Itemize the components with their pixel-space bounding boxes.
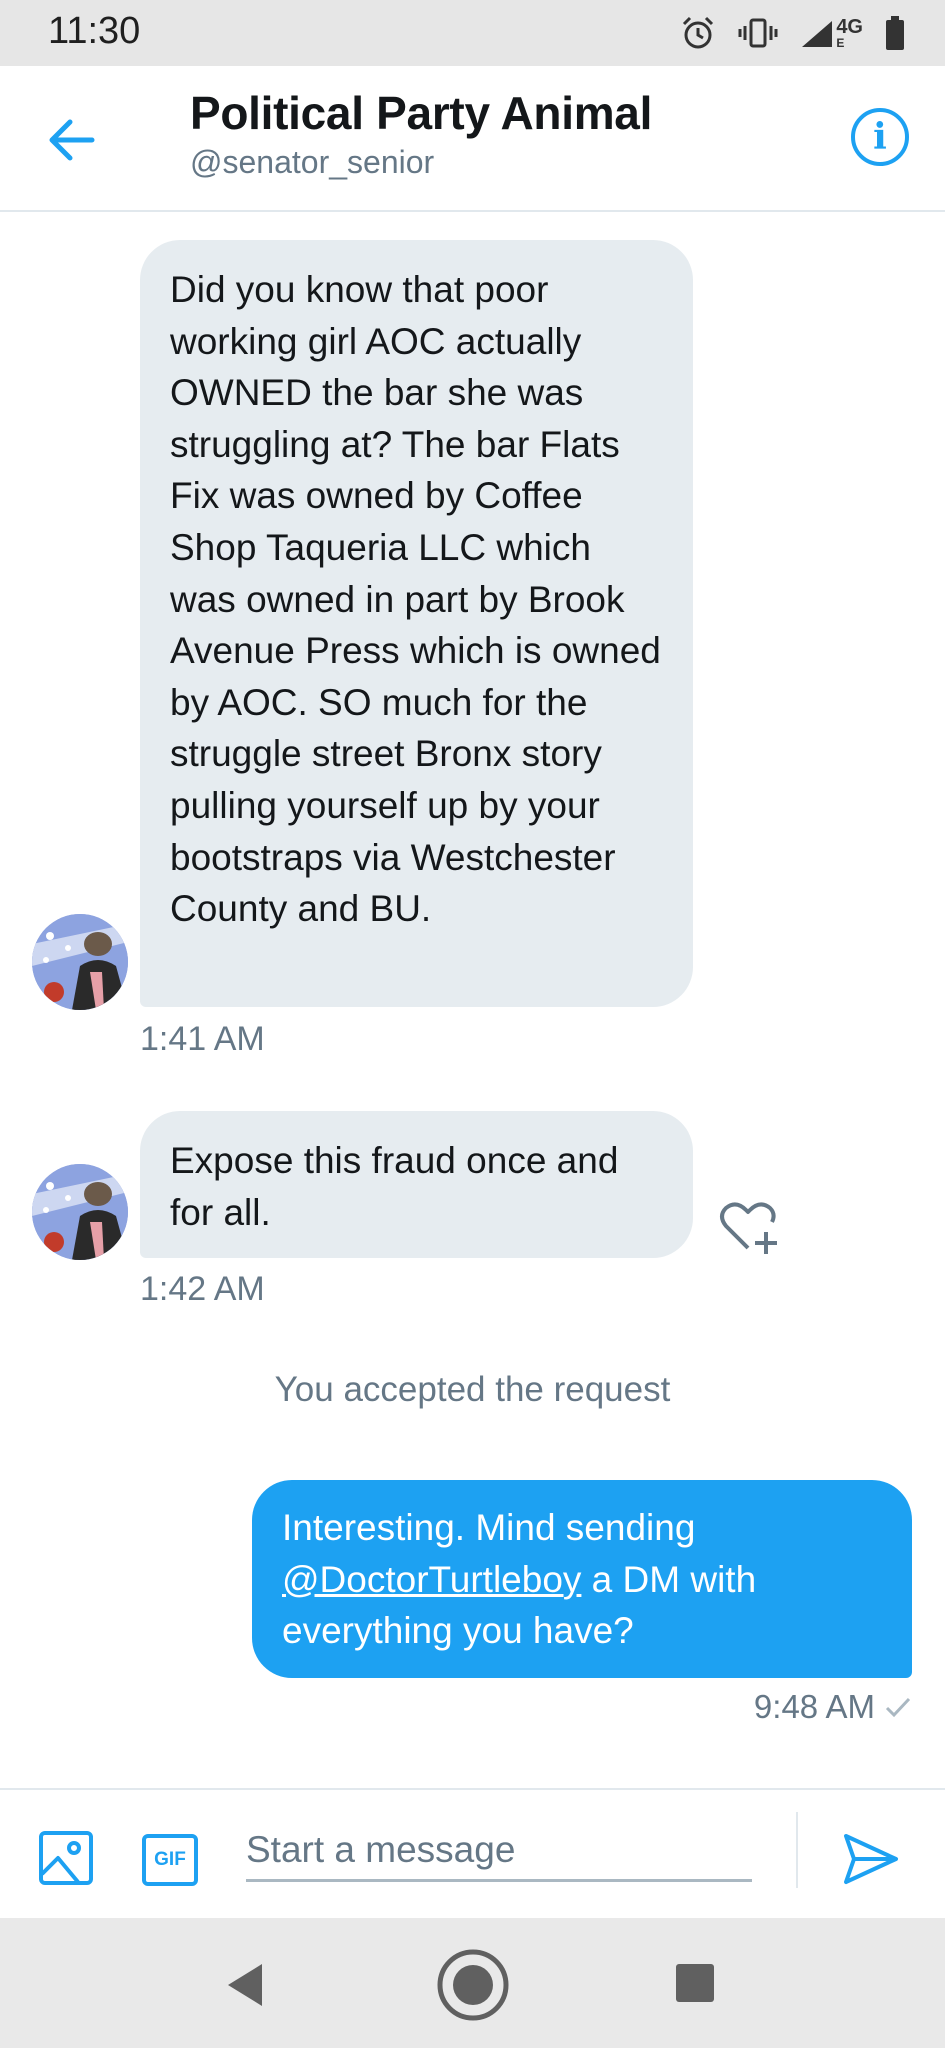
message-composer: GIF — [0, 1788, 945, 1918]
back-button[interactable] — [44, 112, 100, 168]
send-button[interactable] — [842, 1830, 900, 1888]
system-navigation-bar — [0, 1918, 945, 2048]
like-message-button[interactable] — [718, 1196, 780, 1258]
home-circle-icon — [437, 1949, 509, 2021]
mention-link[interactable]: @DoctorTurtleboy — [282, 1559, 581, 1600]
message-timestamp: 1:42 AM — [140, 1270, 265, 1308]
message-bubble-outgoing[interactable]: Interesting. Mind sending @DoctorTurtleb… — [252, 1480, 912, 1678]
message-input[interactable] — [246, 1820, 752, 1882]
nav-recents-button[interactable] — [674, 1962, 716, 2009]
battery-icon — [886, 16, 904, 50]
status-bar: 11:30 4G E — [0, 0, 945, 66]
status-time: 11:30 — [48, 10, 141, 52]
avatar-image — [32, 1164, 128, 1260]
message-timestamp: 1:41 AM — [140, 1020, 265, 1058]
send-icon — [844, 1834, 898, 1884]
back-arrow-icon — [49, 119, 95, 161]
vibrate-icon — [738, 18, 778, 48]
message-text: Did you know that poor working girl AOC … — [170, 269, 661, 930]
message-bubble-incoming[interactable]: Expose this fraud once and for all. — [140, 1111, 693, 1258]
square-recents-icon — [676, 1964, 714, 2002]
network-type: 4G — [836, 16, 863, 38]
avatar[interactable] — [32, 1164, 128, 1260]
status-icons: 4G E — [680, 12, 905, 54]
conversation-header: Political Party Animal @senator_senior — [0, 66, 945, 212]
signal-icon — [802, 21, 833, 47]
message-text: Expose this fraud once and for all. — [170, 1140, 619, 1233]
heart-plus-icon — [720, 1202, 777, 1254]
network-sub: E — [836, 36, 845, 50]
conversation-handle: @senator_senior — [190, 144, 435, 180]
checkmark-icon — [885, 1697, 911, 1718]
message-text-before: Interesting. Mind sending — [282, 1507, 696, 1548]
message-bubble-incoming[interactable]: Did you know that poor working girl AOC … — [140, 240, 693, 1007]
gif-button[interactable]: GIF — [142, 1834, 198, 1886]
request-accepted-note: You accepted the request — [274, 1370, 671, 1409]
nav-home-button[interactable] — [436, 1948, 510, 2027]
image-icon — [39, 1831, 93, 1885]
alarm-icon — [683, 16, 714, 49]
gif-label: GIF — [154, 1849, 186, 1870]
info-button[interactable]: i — [851, 108, 909, 166]
add-photo-button[interactable] — [38, 1830, 94, 1886]
avatar[interactable] — [32, 914, 128, 1010]
avatar-image — [32, 914, 128, 1010]
outgoing-timestamp-row: 9:48 AM — [754, 1688, 911, 1726]
message-timestamp: 9:48 AM — [753, 1688, 875, 1725]
nav-back-button[interactable] — [224, 1962, 266, 2013]
conversation-title-block[interactable]: Political Party Animal @senator_senior — [190, 86, 652, 181]
info-icon: i — [873, 116, 887, 158]
composer-divider — [796, 1812, 798, 1888]
triangle-back-icon — [228, 1964, 262, 2006]
conversation-title: Political Party Animal — [190, 87, 653, 139]
cell-signal: 4G E — [800, 17, 863, 49]
